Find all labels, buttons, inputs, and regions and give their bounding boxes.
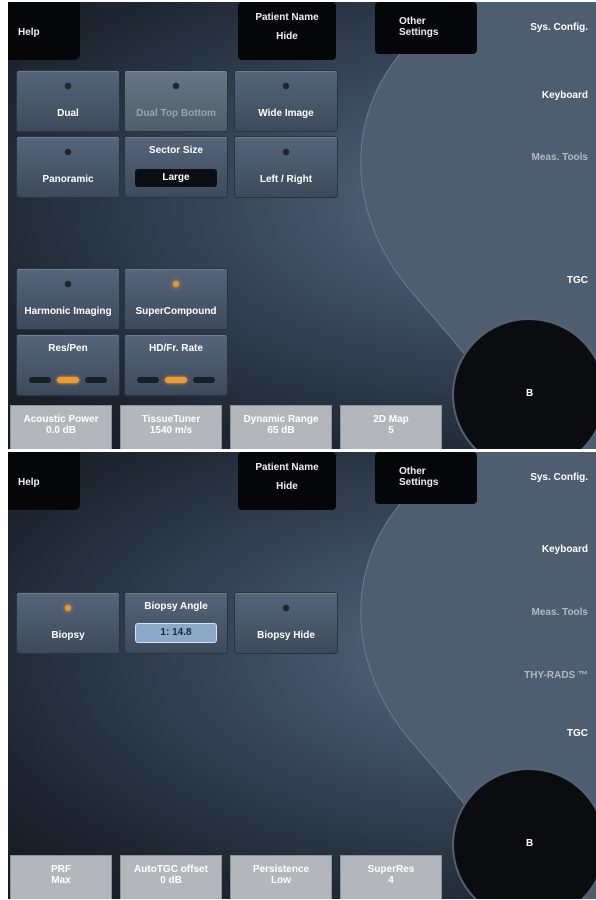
help-button[interactable]: Help [8, 2, 80, 60]
tissuetuner-button[interactable]: TissueTuner 1540 m/s [120, 405, 222, 449]
prf-button[interactable]: PRF Max [10, 855, 112, 899]
panoramic-button[interactable]: Panoramic [16, 136, 120, 198]
other-settings-button[interactable]: Other Settings [375, 2, 477, 54]
hd-fr-rate-control[interactable]: HD/Fr. Rate [124, 334, 228, 396]
touch-panel-imaging: Help Patient Name Hide Other Settings Sy… [8, 2, 596, 449]
left-right-indicator [283, 149, 289, 155]
hd-fr-rate-slider[interactable] [137, 377, 215, 383]
biopsy-hide-indicator [283, 605, 289, 611]
dual-indicator [65, 83, 71, 89]
thy-rads-button[interactable]: THY-RADS ™ [478, 670, 588, 681]
superres-button[interactable]: SuperRes 4 [340, 855, 442, 899]
harmonic-imaging-indicator [65, 281, 71, 287]
patient-name-label: Patient Name [255, 462, 319, 473]
res-pen-control[interactable]: Res/Pen [16, 334, 120, 396]
res-pen-slider[interactable] [29, 377, 107, 383]
sys-config-button[interactable]: Sys. Config. [508, 472, 588, 483]
biopsy-indicator [65, 605, 71, 611]
meas-tools-button[interactable]: Meas. Tools [498, 152, 589, 163]
biopsy-angle-value: 1: 14.8 [135, 623, 217, 643]
keyboard-button[interactable]: Keyboard [508, 544, 588, 555]
biopsy-hide-button[interactable]: Biopsy Hide [234, 592, 338, 654]
patient-name-value: Hide [276, 481, 298, 492]
sector-size-value: Large [135, 169, 217, 187]
acoustic-power-button[interactable]: Acoustic Power 0.0 dB [10, 405, 112, 449]
supercompound-button[interactable]: SuperCompound [124, 268, 228, 330]
dual-button[interactable]: Dual [16, 70, 120, 132]
left-right-button[interactable]: Left / Right [234, 136, 338, 198]
patient-name-button[interactable]: Patient Name Hide [238, 2, 336, 60]
patient-name-label: Patient Name [255, 12, 319, 23]
meas-tools-button[interactable]: Meas. Tools [498, 607, 589, 618]
biopsy-angle-control[interactable]: Biopsy Angle 1: 14.8 [124, 592, 228, 654]
panoramic-indicator [65, 149, 71, 155]
touch-panel-biopsy: Help Patient Name Hide Other Settings Sy… [8, 452, 596, 899]
2d-map-button[interactable]: 2D Map 5 [340, 405, 442, 449]
persistence-button[interactable]: Persistence Low [230, 855, 332, 899]
biopsy-button[interactable]: Biopsy [16, 592, 120, 654]
sector-size-control[interactable]: Sector Size Large [124, 136, 228, 198]
autotgc-offset-button[interactable]: AutoTGC offset 0 dB [120, 855, 222, 899]
help-button[interactable]: Help [8, 452, 80, 510]
tgc-button[interactable]: TGC [508, 275, 588, 286]
patient-name-value: Hide [276, 31, 298, 42]
keyboard-button[interactable]: Keyboard [508, 90, 588, 101]
dynamic-range-button[interactable]: Dynamic Range 65 dB [230, 405, 332, 449]
dual-top-bottom-indicator [173, 83, 179, 89]
harmonic-imaging-button[interactable]: Harmonic Imaging [16, 268, 120, 330]
other-settings-button[interactable]: Other Settings [375, 452, 477, 504]
wide-image-button[interactable]: Wide Image [234, 70, 338, 132]
tgc-button[interactable]: TGC [508, 728, 588, 739]
wide-image-indicator [283, 83, 289, 89]
supercompound-indicator [173, 281, 179, 287]
sys-config-button[interactable]: Sys. Config. [508, 22, 588, 33]
dual-top-bottom-button[interactable]: Dual Top Bottom [124, 70, 228, 132]
patient-name-button[interactable]: Patient Name Hide [238, 452, 336, 510]
